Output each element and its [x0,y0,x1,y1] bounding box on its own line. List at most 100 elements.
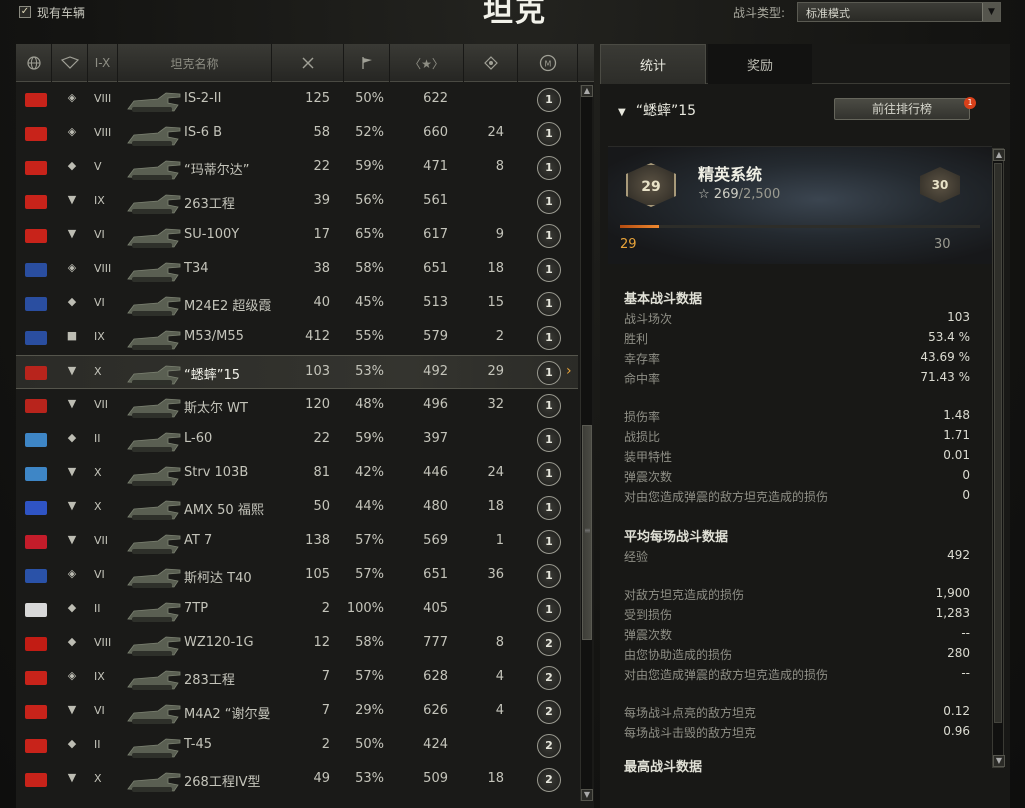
table-row[interactable]: ▼ X 268工程IV型 49 53% 509 18 2 [16,763,578,797]
table-row[interactable]: ▼ VII 斯太尔 WT 120 48% 496 32 1 [16,389,578,423]
vehicle-name: AMX 50 福熙 [184,503,264,518]
stat-row: 由您协助造成的损伤 280 [624,646,970,666]
nation-column-header[interactable] [16,44,52,82]
vehicle-name: M4A2 “谢尔曼 [184,707,271,722]
mastery-column-header[interactable]: M [518,44,578,82]
vehicle-wins: 57% [355,533,384,548]
vehicle-wins: 58% [355,261,384,276]
vehicle-class-icon: ▼ [67,499,77,512]
poland-flag-icon [25,603,47,617]
table-row[interactable]: ▼ X Strv 103B 81 42% 446 24 1 [16,457,578,491]
vehicle-frags: 24 [487,465,504,480]
vehicle-battles: 50 [313,499,330,514]
table-row[interactable]: ◆ II T-45 2 50% 424 2 [16,729,578,763]
vehicle-tier: X [94,365,102,378]
vehicle-tier: IX [94,670,105,683]
stat-value: 492 [947,548,970,562]
vehicle-tier: X [94,500,102,513]
vehicle-class-icon: ◆ [67,737,77,750]
stat-row: 装甲特性 0.01 [624,448,970,468]
xp-column-header[interactable]: 〈★〉 [390,44,464,82]
scroll-thumb[interactable]: ≡ [582,425,592,640]
tab-statistics[interactable]: 统计 [600,44,706,84]
scroll-down-icon[interactable]: ▼ [993,755,1005,767]
stat-value: 1,283 [935,606,970,620]
table-row[interactable]: ◆ VIII WZ120-1G 12 58% 777 8 2 [16,627,578,661]
mastery-badge-icon: 1 [537,530,561,554]
vehicle-header[interactable]: ▼ “蟋蟀”15 [618,100,696,120]
stat-value: 53.4 % [928,330,970,344]
mastery-badge-icon: 2 [537,632,561,656]
scroll-up-icon[interactable]: ▲ [993,149,1005,161]
vehicle-xp: 561 [423,193,448,208]
table-row[interactable]: ◈ VI 斯柯达 T40 105 57% 651 36 1 [16,559,578,593]
stats-tabs: 统计 奖励 [600,44,1010,84]
frags-column-header[interactable] [464,44,518,82]
table-row[interactable]: ◈ VIII IS-6 B 58 52% 660 24 1 [16,117,578,151]
table-row[interactable]: ◈ IX 283工程 7 57% 628 4 2 [16,661,578,695]
chevron-down-icon[interactable]: ▼ [982,3,1000,21]
owned-vehicles-checkbox[interactable]: ✓ [19,6,31,18]
table-row[interactable]: ▼ X AMX 50 福熙 50 44% 480 18 1 [16,491,578,525]
table-row[interactable]: ◈ VIII T34 38 58% 651 18 1 [16,253,578,287]
mastery-badge-icon: 1 [537,326,561,350]
table-scrollbar[interactable]: ▲ ≡ ▼ [580,85,593,801]
vehicle-frags: 36 [487,567,504,582]
table-row[interactable]: ◆ II L-60 22 59% 397 1 [16,423,578,457]
vehicle-name: 268工程IV型 [184,775,261,790]
vehicle-class-icon: ◆ [67,159,77,172]
germany-flag-icon [25,399,47,413]
table-row[interactable]: ◈ VIII IS-2-II 125 50% 622 1 [16,83,578,117]
owned-vehicles-label[interactable]: 现有车辆 [37,4,85,21]
vehicle-name: 斯柯达 T40 [184,571,252,586]
wins-column-header[interactable] [344,44,390,82]
table-row[interactable]: ◆ II 7TP 2 100% 405 1 [16,593,578,627]
table-row[interactable]: ▼ X “蟋蟀”15 103 53% 492 29 1 › [16,355,578,389]
vehicle-name: 斯太尔 WT [184,401,248,416]
vehicle-frags: 32 [487,397,504,412]
table-row[interactable]: ▼ VII AT 7 138 57% 569 1 1 [16,525,578,559]
table-row[interactable]: ▼ VI SU-100Y 17 65% 617 9 1 [16,219,578,253]
vehicle-xp: 496 [423,397,448,412]
stats-scrollbar[interactable]: ▲ ▼ [992,148,1005,768]
vehicle-battles: 7 [321,703,330,718]
scroll-thumb[interactable] [994,163,1002,723]
table-row[interactable]: ◆ V “玛蒂尔达” 22 59% 471 8 1 [16,151,578,185]
top-bar: ✓ 现有车辆 坦克 战斗类型: 标准模式 ▼ [0,0,1025,40]
vehicle-frags: 24 [487,125,504,140]
table-row[interactable]: ▼ IX 263工程 39 56% 561 1 [16,185,578,219]
vehicle-xp: 509 [423,771,448,786]
stat-label: 幸存率 [624,352,661,366]
vehicle-class-icon: ◆ [67,601,77,614]
table-row[interactable]: ■ IX M53/M55 412 55% 579 2 1 [16,321,578,355]
uk-flag-icon [25,535,47,549]
name-column-header[interactable]: 坦克名称 [118,44,272,82]
vehicle-xp: 480 [423,499,448,514]
vehicle-tier: II [94,432,101,445]
elite-level-emblem: 29 [626,163,676,207]
tank-thumbnail [127,432,181,452]
vehicle-xp: 569 [423,533,448,548]
table-row[interactable]: ◆ VI M24E2 超级霞 40 45% 513 15 1 [16,287,578,321]
scroll-down-icon[interactable]: ▼ [581,789,593,801]
battle-type-select[interactable]: 标准模式 ▼ [797,2,1001,22]
class-column-header[interactable] [52,44,88,82]
tier-column-header[interactable]: I-X [88,44,118,82]
page-title: 坦克 [483,0,547,29]
battles-column-header[interactable] [272,44,344,82]
vehicle-name: 283工程 [184,673,235,688]
usa-flag-icon [25,331,47,345]
vehicle-xp: 492 [423,364,448,379]
vehicle-tier: VI [94,704,105,717]
tab-awards[interactable]: 奖励 [708,44,812,84]
vehicle-frags: 18 [487,771,504,786]
tank-thumbnail [127,704,181,724]
leaderboard-button[interactable]: 前往排行榜 [834,98,970,120]
scroll-up-icon[interactable]: ▲ [581,85,593,97]
vehicle-xp: 471 [423,159,448,174]
stat-row: 每场战斗点亮的敌方坦克 0.12 [624,704,970,724]
stat-label: 对敌方坦克造成的损伤 [624,588,745,602]
star-xp-icon: 〈★〉 [409,56,444,71]
vehicle-battles: 103 [305,364,330,379]
table-row[interactable]: ▼ VI M4A2 “谢尔曼 7 29% 626 4 2 [16,695,578,729]
